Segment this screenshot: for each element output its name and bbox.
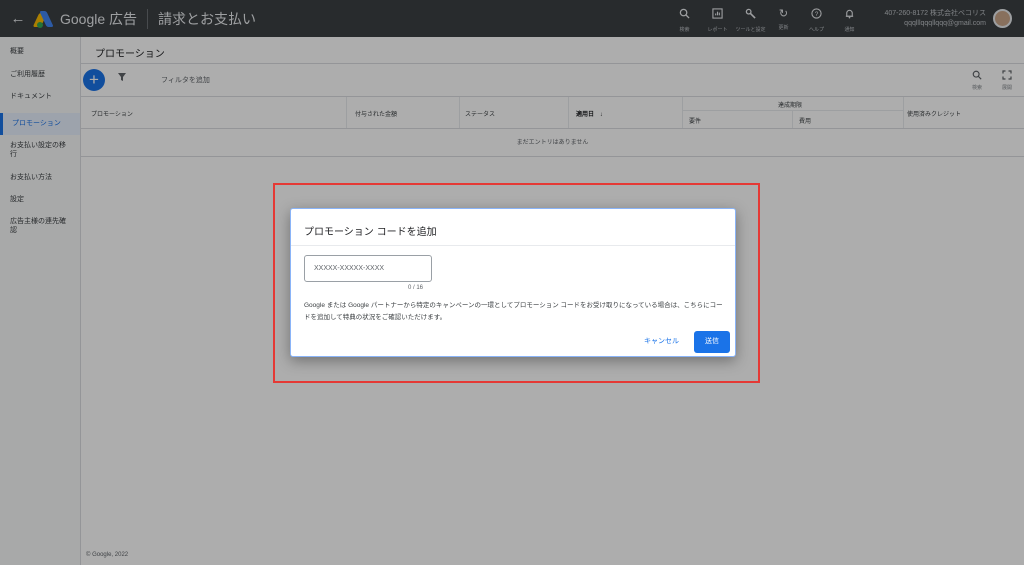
char-counter: 0 / 16: [407, 285, 423, 291]
dialog-description: Google または Google パートナーから特定のキャンペーンの一環として…: [304, 302, 723, 321]
add-promo-code-dialog: プロモーション コードを追加 0 / 16 Google または Google …: [290, 208, 736, 357]
cancel-button[interactable]: キャンセル: [644, 336, 679, 346]
dialog-title: プロモーション コードを追加: [304, 227, 437, 238]
divider: [291, 245, 735, 246]
promo-code-input[interactable]: [304, 255, 432, 282]
submit-button[interactable]: 送信: [694, 331, 730, 353]
